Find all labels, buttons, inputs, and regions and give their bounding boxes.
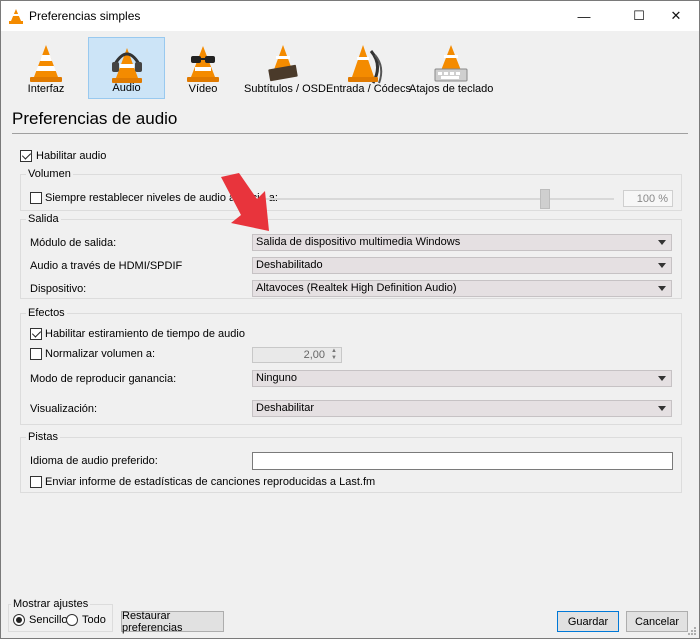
tab-label: Vídeo bbox=[188, 83, 218, 95]
hdmi-label: Audio a través de HDMI/SPDIF bbox=[30, 260, 183, 272]
spin-up-icon[interactable]: ▲ bbox=[329, 348, 339, 355]
glasses-cone-icon bbox=[187, 46, 219, 82]
headphones-cone-icon bbox=[111, 48, 142, 83]
output-module-label: Módulo de salida: bbox=[30, 237, 117, 249]
device-select[interactable]: Altavoces (Realtek High Definition Audio… bbox=[252, 280, 672, 297]
tab-video[interactable]: Vídeo bbox=[173, 37, 233, 99]
title-bar: Preferencias simples — ☐ ✕ bbox=[1, 1, 699, 31]
output-module-value: Salida de dispositivo multimedia Windows bbox=[256, 236, 461, 248]
normalize-spinbox[interactable]: 2,00 ▲ ▼ bbox=[252, 347, 342, 363]
enable-audio-label: Habilitar audio bbox=[36, 150, 107, 162]
device-value: Altavoces (Realtek High Definition Audio… bbox=[256, 282, 457, 294]
effects-group-title: Efectos bbox=[26, 307, 67, 319]
time-stretch-label: Habilitar estiramiento de tiempo de audi… bbox=[45, 328, 245, 340]
output-group-title: Salida bbox=[26, 213, 61, 225]
tab-label: Entrada / Códecs bbox=[326, 83, 411, 95]
tab-entrada[interactable]: Entrada / Códecs bbox=[326, 37, 411, 99]
chevron-down-icon bbox=[658, 263, 666, 268]
minimize-icon: — bbox=[577, 8, 591, 24]
volume-slider-track bbox=[252, 198, 614, 200]
chevron-down-icon bbox=[658, 376, 666, 381]
hdmi-value: Deshabilitado bbox=[256, 259, 323, 271]
tab-subtitulos[interactable]: Subtítulos / OSD bbox=[244, 37, 326, 99]
reset-volume-checkbox[interactable] bbox=[30, 192, 42, 204]
normalize-value: 2,00 bbox=[303, 349, 325, 361]
gain-select[interactable]: Ninguno bbox=[252, 370, 672, 387]
chevron-down-icon bbox=[658, 406, 666, 411]
vlc-cone-icon bbox=[30, 45, 62, 82]
simple-label: Sencillo bbox=[29, 614, 68, 626]
maximize-icon: ☐ bbox=[633, 8, 645, 23]
subtitles-cone-icon bbox=[268, 45, 298, 82]
all-label: Todo bbox=[82, 614, 106, 626]
close-icon: ✕ bbox=[670, 8, 682, 23]
enable-audio-checkbox[interactable] bbox=[20, 150, 32, 162]
normalize-label: Normalizar volumen a: bbox=[45, 348, 156, 360]
hdmi-select[interactable]: Deshabilitado bbox=[252, 257, 672, 274]
device-label: Dispositivo: bbox=[30, 283, 87, 295]
minimize-button[interactable]: — bbox=[561, 1, 607, 31]
page-title: Preferencias de audio bbox=[12, 109, 178, 128]
divider bbox=[12, 133, 688, 134]
reset-preferences-button[interactable]: Restaurar preferencias bbox=[121, 610, 224, 634]
language-label: Idioma de audio preferido: bbox=[30, 455, 158, 467]
preferences-window: Preferencias simples — ☐ ✕ Interfaz Audi… bbox=[0, 0, 700, 639]
visualization-label: Visualización: bbox=[30, 403, 98, 415]
cancel-button[interactable]: Cancelar bbox=[626, 611, 688, 632]
output-module-select[interactable]: Salida de dispositivo multimedia Windows bbox=[252, 234, 672, 251]
volume-group-title: Volumen bbox=[26, 168, 73, 180]
all-radio[interactable] bbox=[66, 614, 78, 626]
tracks-group-title: Pistas bbox=[26, 431, 60, 443]
chevron-down-icon bbox=[658, 240, 666, 245]
category-toolbar: Interfaz Audio Vídeo Subtítulos / OSD En… bbox=[1, 31, 699, 103]
tab-label: Atajos de teclado bbox=[409, 83, 494, 95]
lastfm-checkbox[interactable] bbox=[30, 476, 42, 488]
tab-interfaz[interactable]: Interfaz bbox=[11, 37, 81, 99]
normalize-checkbox[interactable] bbox=[30, 348, 42, 360]
tab-atajos[interactable]: Atajos de teclado bbox=[409, 37, 493, 99]
annotation-arrow-icon bbox=[221, 173, 269, 231]
window-title: Preferencias simples bbox=[29, 9, 141, 23]
tab-label: Audio bbox=[112, 82, 141, 94]
vlc-cone-icon bbox=[9, 9, 23, 24]
volume-value: 100 % bbox=[623, 190, 673, 207]
spin-down-icon[interactable]: ▼ bbox=[329, 355, 339, 362]
lastfm-label: Enviar informe de estadísticas de cancio… bbox=[45, 476, 376, 488]
tab-audio[interactable]: Audio bbox=[88, 37, 165, 99]
close-button[interactable]: ✕ bbox=[653, 1, 699, 31]
gain-label: Modo de reproducir ganancia: bbox=[30, 373, 177, 385]
show-settings-title: Mostrar ajustes bbox=[11, 598, 91, 610]
save-button[interactable]: Guardar bbox=[557, 611, 619, 632]
simple-radio[interactable] bbox=[13, 614, 25, 626]
language-input[interactable] bbox=[252, 452, 673, 470]
volume-slider-thumb[interactable] bbox=[540, 189, 550, 209]
chevron-down-icon bbox=[658, 286, 666, 291]
visualization-value: Deshabilitar bbox=[256, 402, 315, 414]
tab-label: Subtítulos / OSD bbox=[244, 83, 326, 95]
time-stretch-checkbox[interactable] bbox=[30, 328, 42, 340]
hotkeys-cone-icon bbox=[434, 45, 468, 82]
cable-cone-icon bbox=[348, 45, 383, 84]
resize-grip-icon[interactable] bbox=[687, 626, 697, 636]
gain-value: Ninguno bbox=[256, 372, 297, 384]
visualization-select[interactable]: Deshabilitar bbox=[252, 400, 672, 417]
tab-label: Interfaz bbox=[27, 83, 65, 95]
